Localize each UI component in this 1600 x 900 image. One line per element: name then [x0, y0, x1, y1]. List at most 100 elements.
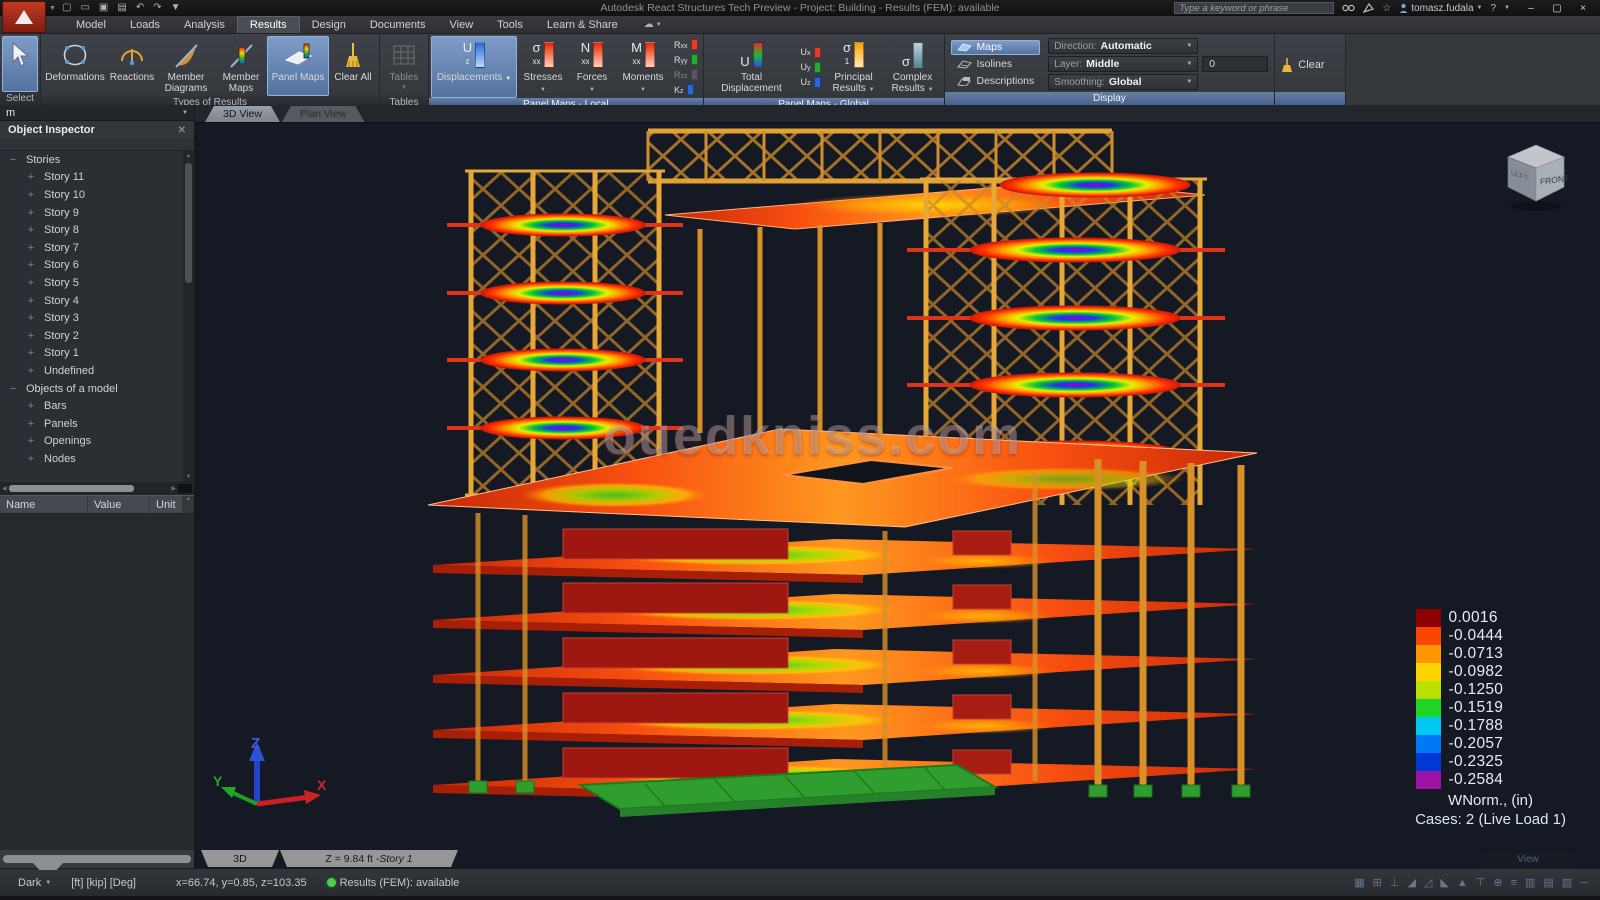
view-tab[interactable]: 3D View	[205, 106, 280, 122]
maps-toggle[interactable]: Maps	[951, 40, 1041, 55]
statusbar-icon[interactable]: ◿	[1424, 876, 1432, 889]
new-file-icon[interactable]: ▢	[62, 1, 71, 15]
layer-number-field[interactable]: 0	[1202, 56, 1268, 72]
favorites-star-icon[interactable]: ☆	[1382, 3, 1391, 14]
tree-expander-icon[interactable]: +	[26, 347, 36, 359]
moments-button[interactable]: Mxx Moments ▼	[615, 36, 671, 98]
statusbar-icon[interactable]: ▧	[1562, 876, 1572, 889]
mini-result-button[interactable]: Rxx	[674, 38, 698, 51]
tree-item[interactable]: + Story 5	[0, 274, 194, 292]
tree-expander-icon[interactable]: −	[8, 383, 18, 395]
column-value[interactable]: Value	[88, 496, 150, 513]
direction-dropdown[interactable]: Direction: Automatic ▼	[1048, 38, 1198, 54]
tree-expander-icon[interactable]: +	[26, 171, 36, 183]
tree-expander-icon[interactable]: +	[26, 277, 36, 289]
statusbar-icon[interactable]: ⊤	[1476, 876, 1486, 889]
forces-button[interactable]: Nxx Forces ▼	[569, 36, 615, 98]
mini-result-button[interactable]: Ryy	[674, 53, 698, 66]
tree-expander-icon[interactable]: +	[26, 189, 36, 201]
tree-item[interactable]: + Story 4	[0, 292, 194, 310]
descriptions-toggle[interactable]: Descriptions	[951, 74, 1041, 89]
ribbon-tab[interactable]: Analysis	[172, 16, 237, 33]
tree-expander-icon[interactable]: +	[26, 435, 36, 447]
statusbar-icon[interactable]: ⊥	[1390, 876, 1400, 889]
tree-expander-icon[interactable]: +	[26, 224, 36, 236]
ribbon-tab[interactable]: Tools	[485, 16, 535, 33]
statusbar-icon[interactable]: ⊞	[1373, 876, 1382, 889]
undo-icon[interactable]: ↶	[136, 1, 144, 15]
statusbar-icon[interactable]: ⊕	[1493, 876, 1502, 889]
inspector-filter-dropdown[interactable]: m ▼	[0, 105, 194, 121]
ribbon-tab[interactable]: Loads	[118, 16, 172, 33]
statusbar-icon[interactable]: ─	[1580, 877, 1588, 889]
tree-item[interactable]: + Undefined	[0, 362, 194, 380]
panel-maps-button[interactable]: Panel Maps	[267, 36, 329, 96]
tree-expander-icon[interactable]: +	[26, 365, 36, 377]
complex-results-button[interactable]: σ Complex Results ▼	[884, 36, 942, 98]
tree-item[interactable]: + Nodes	[0, 450, 194, 468]
tree-expander-icon[interactable]: −	[8, 154, 18, 166]
tree-expander-icon[interactable]: +	[26, 330, 36, 342]
tree-item[interactable]: + Story 3	[0, 309, 194, 327]
deformations-button[interactable]: Deformations	[43, 36, 107, 96]
tree-expander-icon[interactable]: +	[26, 418, 36, 430]
statusbar-icon[interactable]: ▦	[1354, 876, 1364, 889]
tree-item[interactable]: + Bars	[0, 397, 194, 415]
tree-item[interactable]: + Story 10	[0, 186, 194, 204]
save-icon[interactable]: ▣	[99, 1, 108, 15]
mini-result-button[interactable]: Rzz	[674, 68, 698, 81]
panel-close-icon[interactable]: ✕	[178, 125, 186, 136]
tab-story-level[interactable]: Z = 9.84 ft - Story 1	[280, 850, 458, 867]
mini-displacement-button[interactable]: Uy	[801, 61, 821, 74]
help-caret-icon[interactable]: ▼	[1504, 5, 1510, 11]
mini-displacement-button[interactable]: Ux	[801, 46, 821, 59]
clear-all-button[interactable]: Clear All	[329, 36, 377, 96]
tree-expander-icon[interactable]: +	[26, 295, 36, 307]
3d-canvas[interactable]: ouedkniss.com LEFT FRONT Z	[195, 123, 1600, 868]
cloud-menu-button[interactable]: ☁ ▼	[644, 16, 662, 33]
member-diagrams-button[interactable]: Member Diagrams	[157, 36, 215, 96]
mini-displacement-button[interactable]: Uz	[801, 76, 821, 89]
tree-expander-icon[interactable]: +	[26, 259, 36, 271]
qat-customize-caret-icon[interactable]: ▼	[171, 1, 181, 15]
search-binoculars-icon[interactable]	[1342, 3, 1355, 13]
close-button[interactable]: ×	[1570, 1, 1596, 15]
tree-item[interactable]: + Story 1	[0, 345, 194, 363]
statusbar-icon[interactable]: ◢	[1407, 876, 1415, 889]
isolines-toggle[interactable]: Isolines	[951, 57, 1041, 72]
tree-item[interactable]: + Story 7	[0, 239, 194, 257]
tree-item[interactable]: − Objects of a model	[0, 380, 194, 398]
sign-in-icon[interactable]	[1363, 3, 1374, 13]
layer-dropdown[interactable]: Layer: Middle ▼	[1048, 56, 1198, 72]
smoothing-dropdown[interactable]: Smoothing: Global ▼	[1048, 74, 1198, 90]
principal-results-button[interactable]: σ1 Principal Results ▼	[824, 36, 884, 98]
view-label-tab[interactable]: View	[1484, 852, 1572, 867]
mini-result-button[interactable]: Kz	[674, 83, 698, 96]
column-name[interactable]: Name	[0, 496, 88, 513]
ribbon-tab[interactable]: Learn & Share	[535, 16, 630, 33]
statusbar-icon[interactable]: ▲	[1457, 877, 1468, 889]
tree-item[interactable]: + Story 8	[0, 221, 194, 239]
theme-selector[interactable]: Dark▼	[8, 877, 61, 889]
ribbon-tab[interactable]: Results	[237, 16, 300, 33]
tree-expander-icon[interactable]: +	[26, 207, 36, 219]
save-as-icon[interactable]: ▤	[117, 1, 126, 15]
units-display[interactable]: [ft] [kip] [Deg]	[61, 877, 146, 889]
view-cube[interactable]: LEFT FRONT	[1496, 135, 1574, 213]
property-horizontal-scrollbar[interactable]	[0, 850, 194, 868]
ribbon-tab[interactable]: Design	[300, 16, 358, 33]
ribbon-tab[interactable]: View	[438, 16, 486, 33]
ribbon-tab[interactable]: Model	[64, 16, 118, 33]
user-account-button[interactable]: tomasz.fudala ▼	[1399, 3, 1482, 14]
tree-item[interactable]: + Story 9	[0, 204, 194, 222]
redo-icon[interactable]: ↷	[153, 1, 161, 15]
open-file-icon[interactable]: ▭	[80, 1, 89, 15]
tree-item[interactable]: + Openings	[0, 433, 194, 451]
maximize-button[interactable]: ▢	[1544, 1, 1570, 15]
tree-vertical-scrollbar[interactable]: ▲▼	[183, 151, 194, 482]
tab-3d[interactable]: 3D	[201, 850, 279, 867]
tree-expander-icon[interactable]: +	[26, 312, 36, 324]
tree-item[interactable]: + Story 11	[0, 169, 194, 187]
tree-expander-icon[interactable]: +	[26, 242, 36, 254]
tree-expander-icon[interactable]: +	[26, 453, 36, 465]
